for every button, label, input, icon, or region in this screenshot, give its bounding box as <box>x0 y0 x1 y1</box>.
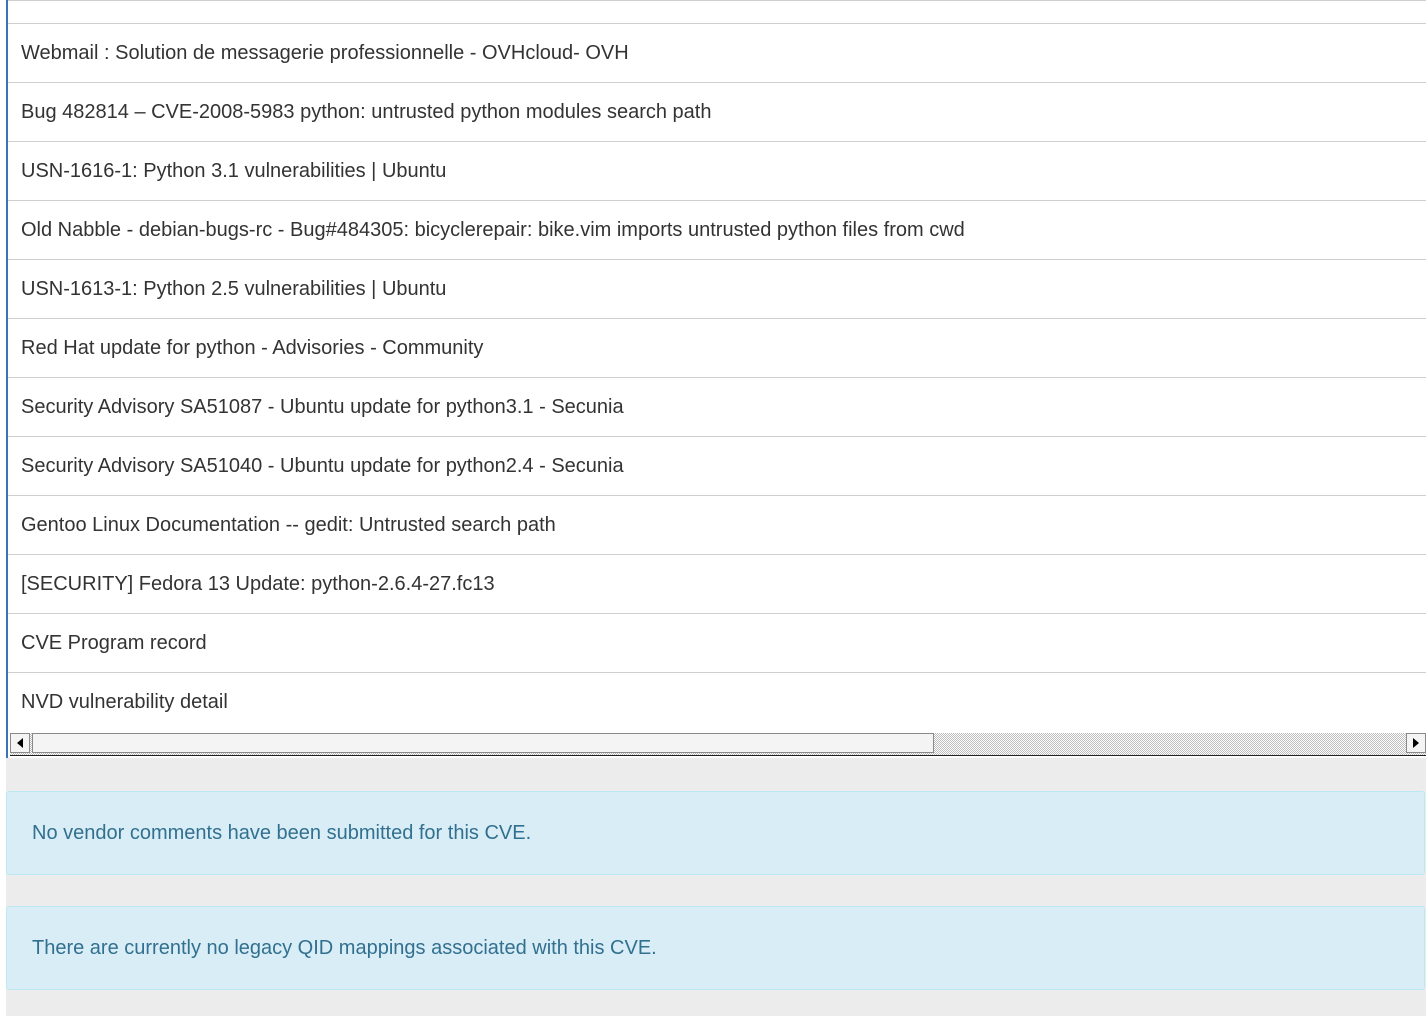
table-row: NVD vulnerability detail <box>8 672 1426 731</box>
arrow-left-icon <box>17 738 23 748</box>
qid-mappings-alert: There are currently no legacy QID mappin… <box>6 906 1425 990</box>
reference-link[interactable]: Security Advisory SA51087 - Ubuntu updat… <box>21 396 624 418</box>
table-row: Gentoo Linux Documentation -- gedit: Unt… <box>8 495 1426 555</box>
arrow-right-icon <box>1413 738 1419 748</box>
table-row: Webmail : Solution de messagerie profess… <box>8 23 1426 83</box>
qid-mappings-message: There are currently no legacy QID mappin… <box>32 936 657 959</box>
table-row: [SECURITY] Fedora 13 Update: python-2.6.… <box>8 554 1426 614</box>
references-panel: Webmail : Solution de messagerie profess… <box>6 0 1426 758</box>
reference-link[interactable]: Webmail : Solution de messagerie profess… <box>21 42 629 64</box>
reference-link[interactable]: Bug 482814 – CVE-2008-5983 python: untru… <box>21 101 711 123</box>
reference-link[interactable]: [SECURITY] Fedora 13 Update: python-2.6.… <box>21 573 495 595</box>
reference-link[interactable]: Gentoo Linux Documentation -- gedit: Unt… <box>21 514 556 536</box>
reference-link[interactable]: CVE Program record <box>21 632 207 654</box>
vendor-comments-message: No vendor comments have been submitted f… <box>32 821 532 844</box>
reference-link[interactable]: Security Advisory SA51040 - Ubuntu updat… <box>21 455 624 477</box>
reference-link[interactable]: Red Hat update for python - Advisories -… <box>21 337 483 359</box>
table-row: Bug 482814 – CVE-2008-5983 python: untru… <box>8 82 1426 142</box>
scroll-right-button[interactable] <box>1406 733 1426 753</box>
reference-link[interactable]: NVD vulnerability detail <box>21 691 228 713</box>
table-row: Red Hat update for python - Advisories -… <box>8 318 1426 378</box>
scroll-left-button[interactable] <box>10 733 30 753</box>
table-row: USN-1616-1: Python 3.1 vulnerabilities |… <box>8 141 1426 201</box>
table-row: Old Nabble - debian-bugs-rc - Bug#484305… <box>8 200 1426 260</box>
horizontal-scrollbar[interactable] <box>10 733 1426 756</box>
table-row: Security Advisory SA51087 - Ubuntu updat… <box>8 377 1426 437</box>
reference-link[interactable]: USN-1616-1: Python 3.1 vulnerabilities |… <box>21 160 446 182</box>
table-row: CVE Program record <box>8 613 1426 673</box>
table-row: USN-1613-1: Python 2.5 vulnerabilities |… <box>8 259 1426 319</box>
reference-link[interactable]: Old Nabble - debian-bugs-rc - Bug#484305… <box>21 219 965 241</box>
page-content: Webmail : Solution de messagerie profess… <box>6 0 1426 1016</box>
scrollbar-thumb[interactable] <box>32 733 934 753</box>
table-row-partial <box>8 0 1426 24</box>
references-table: Webmail : Solution de messagerie profess… <box>8 0 1426 731</box>
vendor-comments-alert: No vendor comments have been submitted f… <box>6 791 1425 875</box>
reference-link[interactable]: USN-1613-1: Python 2.5 vulnerabilities |… <box>21 278 446 300</box>
table-row: Security Advisory SA51040 - Ubuntu updat… <box>8 436 1426 496</box>
